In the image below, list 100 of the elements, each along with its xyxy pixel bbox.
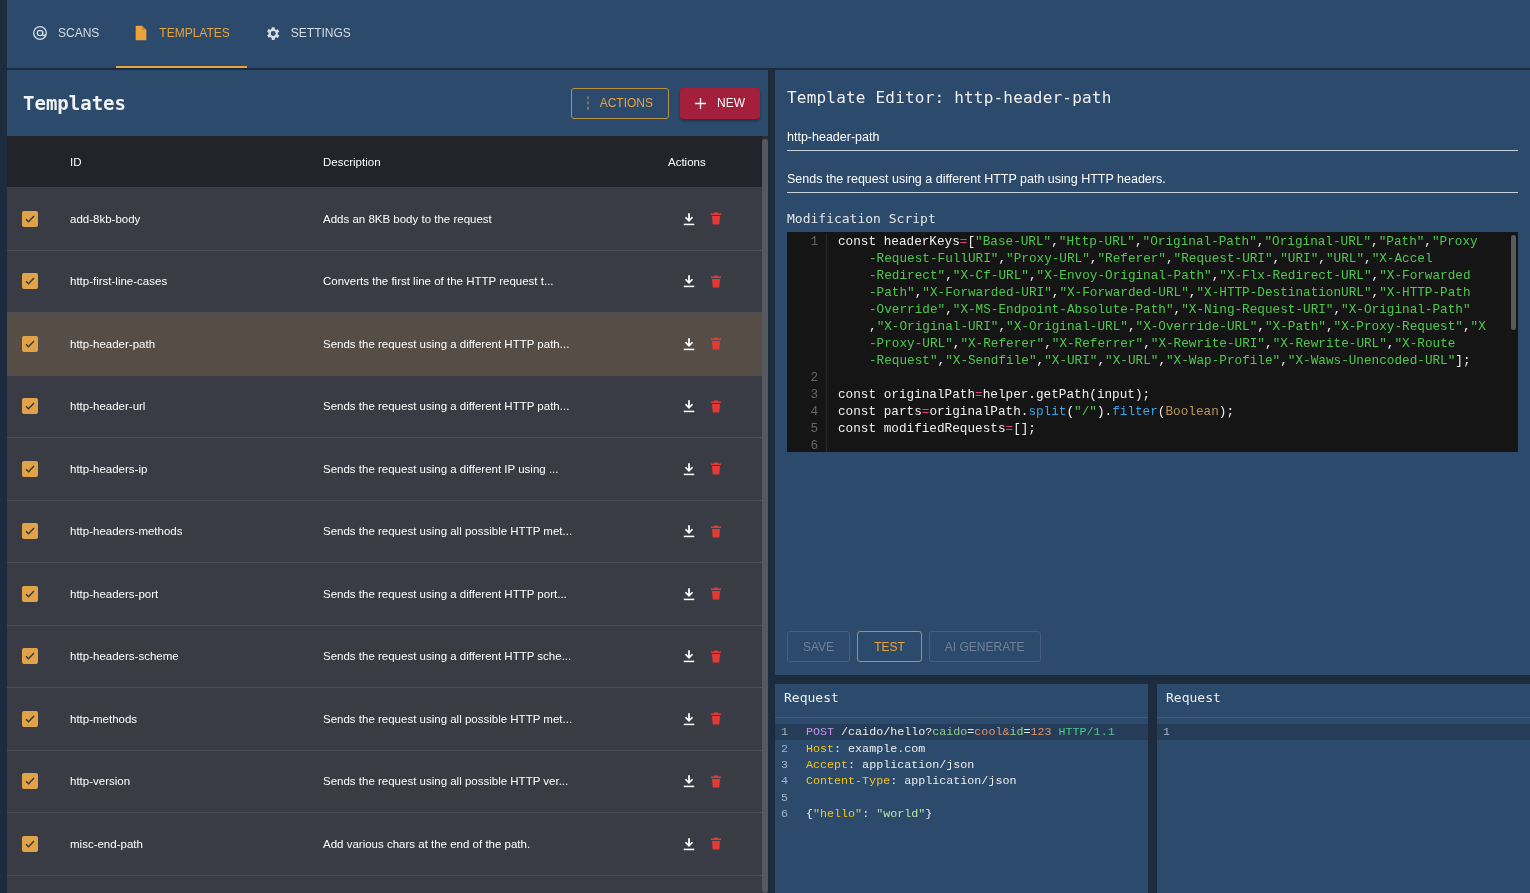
nav-tab[interactable]: SETTINGS bbox=[246, 0, 368, 68]
pane-title: Request bbox=[775, 684, 1148, 718]
trash-icon[interactable] bbox=[710, 211, 722, 227]
check-icon bbox=[24, 275, 36, 288]
code-line: -Request-FullURI","Proxy-URL","Referer","Request-URI","URI","URL","X-Accel bbox=[868, 250, 1434, 267]
description-field[interactable]: Sends the request using a different HTTP path using HTTP headers. bbox=[787, 166, 1518, 193]
checkbox[interactable] bbox=[22, 773, 38, 790]
template-row[interactable]: http-header-path Sends the request using a different HTTP path... bbox=[7, 313, 762, 376]
line-number: 1 bbox=[809, 233, 818, 250]
code-line: const parts=originalPath.split("/").filter(Boolean); bbox=[838, 403, 1235, 420]
pane-title: Request bbox=[1157, 684, 1530, 718]
check-icon bbox=[24, 775, 36, 788]
table-cell-text: add-8kb-body bbox=[70, 212, 142, 225]
code-line: Accept: application/json bbox=[806, 757, 975, 772]
code-line: const headerKeys=["Base-URL","Http-URL","Original-Path","Original-URL","Path","Proxy bbox=[838, 233, 1479, 250]
line-number: 2 bbox=[780, 741, 789, 756]
template-row[interactable]: http-headers-port Sends the request using a different HTTP port... bbox=[7, 563, 762, 626]
check-icon bbox=[24, 525, 36, 538]
field-label: Modification Script bbox=[787, 211, 937, 226]
checkbox[interactable] bbox=[22, 273, 38, 290]
table-cell-text: http-version bbox=[70, 775, 132, 788]
template-row[interactable]: http-headers-methods Sends the request using all possible HTTP met... bbox=[7, 500, 762, 563]
download-icon[interactable] bbox=[682, 585, 696, 602]
checkbox[interactable] bbox=[22, 460, 38, 477]
table-cell-text: Converts the first line of the HTTP request t... bbox=[323, 275, 555, 288]
trash-icon[interactable] bbox=[710, 273, 722, 289]
code-editor[interactable] bbox=[787, 232, 1518, 452]
line-number: 4 bbox=[780, 774, 789, 789]
trash-icon[interactable] bbox=[710, 586, 722, 602]
line-number: 3 bbox=[809, 386, 818, 403]
table-cell-text: Sends the request using all possible HTTP met... bbox=[323, 712, 574, 725]
table-cell-text: http-headers-scheme bbox=[70, 650, 180, 663]
checkbox[interactable] bbox=[22, 523, 38, 540]
table-cell-text: http-header-path bbox=[70, 337, 157, 350]
line-number: 4 bbox=[809, 403, 818, 420]
nav-tab[interactable]: TEMPLATES bbox=[116, 0, 247, 68]
trash-icon[interactable] bbox=[710, 461, 722, 477]
download-icon[interactable] bbox=[682, 835, 696, 852]
trash-icon[interactable] bbox=[710, 523, 722, 539]
download-icon[interactable] bbox=[682, 523, 696, 540]
trash-icon[interactable] bbox=[710, 836, 722, 852]
checkbox[interactable] bbox=[22, 398, 38, 415]
trash-icon[interactable] bbox=[710, 648, 722, 664]
new-button[interactable]: NEW bbox=[680, 87, 760, 119]
name-field[interactable]: http-header-path bbox=[787, 124, 1518, 151]
trash-icon[interactable] bbox=[710, 711, 722, 727]
download-icon[interactable] bbox=[682, 773, 696, 790]
table-cell-text: Sends the request using all possible HTTP ver... bbox=[323, 775, 570, 788]
template-row[interactable]: http-header-url Sends the request using a different HTTP path... bbox=[7, 375, 762, 438]
checkbox[interactable] bbox=[22, 648, 38, 665]
editor-button[interactable]: TEST bbox=[857, 631, 922, 662]
trash-icon[interactable] bbox=[710, 398, 722, 414]
actions-button[interactable]: ACTIONS bbox=[570, 87, 669, 119]
table-cell-text: Add various chars at the end of the path. bbox=[323, 837, 532, 850]
scrollbar-thumb[interactable] bbox=[1511, 235, 1516, 330]
checkbox[interactable] bbox=[22, 835, 38, 852]
table-cell-text: Adds an 8KB body to the request bbox=[323, 212, 493, 225]
code-line: const originalPath=helper.getPath(input); bbox=[838, 386, 1152, 403]
trash-icon[interactable] bbox=[710, 773, 722, 789]
table-cell-text: http-methods bbox=[70, 712, 139, 725]
column-header: Actions bbox=[668, 155, 707, 168]
template-row[interactable]: http-headers-ip Sends the request using a different IP using ... bbox=[7, 438, 762, 501]
table-cell-text: Sends the request using all possible HTTP met... bbox=[323, 525, 574, 538]
scrollbar-thumb[interactable] bbox=[762, 139, 768, 893]
download-icon[interactable] bbox=[682, 460, 696, 477]
table-cell-text: Sends the request using a different HTTP path... bbox=[323, 337, 571, 350]
line-number: 6 bbox=[809, 437, 818, 454]
table-cell-text: misc-end-path bbox=[70, 837, 144, 850]
line-number: 5 bbox=[780, 790, 789, 805]
download-icon[interactable] bbox=[682, 398, 696, 415]
code-line: POST /caido/hello?caido=cool&id=123 HTTP/1.1 bbox=[806, 725, 1115, 740]
code-line: Content-Type: application/json bbox=[806, 774, 1017, 789]
nav-tab[interactable]: SCANS bbox=[15, 0, 117, 68]
download-icon[interactable] bbox=[682, 710, 696, 727]
table-cell-text: Sends the request using a different HTTP path... bbox=[323, 400, 571, 413]
plus-icon bbox=[694, 96, 707, 110]
checkbox[interactable] bbox=[22, 585, 38, 602]
template-row[interactable]: http-headers-scheme Sends the request using a different HTTP sche... bbox=[7, 625, 762, 688]
checkbox[interactable] bbox=[22, 710, 38, 727]
code-line: -Redirect","X-Cf-URL","X-Envoy-Original-Path","X-Flx-Redirect-URL","X-Forwarded bbox=[868, 267, 1472, 284]
download-icon[interactable] bbox=[682, 210, 696, 227]
code-line: const modifiedRequests=[]; bbox=[838, 420, 1037, 437]
table-cell-text: Sends the request using a different HTTP port... bbox=[323, 587, 568, 600]
checkbox[interactable] bbox=[22, 335, 38, 352]
template-row[interactable]: http-methods Sends the request using all possible HTTP met... bbox=[7, 688, 762, 751]
code-line: -Request","X-Sendfile","X-URI","X-URL","X-Wap-Profile","X-Waws-Unencoded-URL"]; bbox=[868, 352, 1472, 369]
code-line: Host: example.com bbox=[806, 741, 926, 756]
column-header: Description bbox=[323, 155, 382, 168]
template-row[interactable]: misc-end-path Add various chars at the end of the path. bbox=[7, 813, 762, 876]
line-number: 1 bbox=[1162, 725, 1171, 740]
template-row[interactable]: http-version Sends the request using all possible HTTP ver... bbox=[7, 750, 762, 813]
table-cell-text: Sends the request using a different IP using ... bbox=[323, 462, 560, 475]
template-row[interactable]: add-8kb-body Adds an 8KB body to the request bbox=[7, 188, 762, 251]
check-icon bbox=[24, 400, 36, 413]
editor-title: Template Editor: http-header-path bbox=[787, 88, 1113, 107]
checkbox[interactable] bbox=[22, 210, 38, 227]
download-icon[interactable] bbox=[682, 335, 696, 352]
download-icon[interactable] bbox=[682, 273, 696, 290]
code-line: -Proxy-URL","X-Referer","X-Referrer","X-Rewrite-URI","X-Rewrite-URL","X-Route bbox=[868, 335, 1457, 352]
download-icon[interactable] bbox=[682, 648, 696, 665]
